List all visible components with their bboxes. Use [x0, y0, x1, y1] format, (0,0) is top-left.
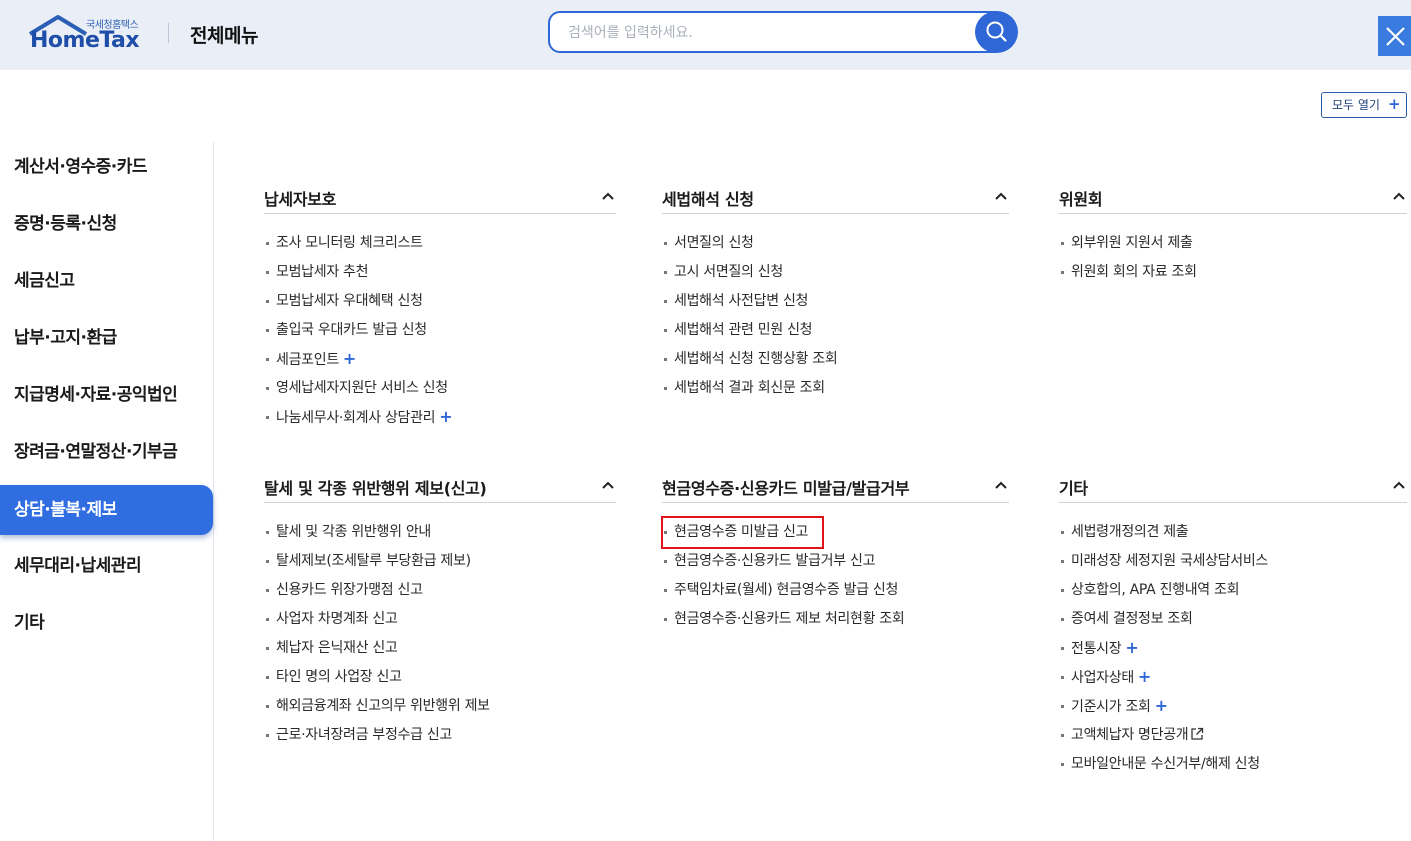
search-icon: [986, 21, 1007, 42]
list-item[interactable]: 모범납세자 추천: [264, 263, 616, 292]
menu-list: 세법령개정의견 제출 미래성장 세정지원 국세상담서비스 상호합의, APA 진…: [1059, 503, 1407, 784]
list-item[interactable]: 체납자 은닉재산 신고: [264, 639, 616, 668]
section-header: 탈세 및 각종 위반행위 제보(신고): [264, 445, 616, 503]
section-title: 탈세 및 각종 위반행위 제보(신고): [264, 479, 487, 498]
section-header: 납세자보호: [264, 156, 616, 214]
list-item[interactable]: 증여세 결정정보 조회: [1059, 610, 1407, 639]
sidebar-item-statement[interactable]: 지급명세·자료·공익법인: [0, 370, 213, 420]
chevron-up-icon[interactable]: [602, 481, 614, 489]
list-item[interactable]: 기준시가 조회 +: [1059, 697, 1407, 726]
list-item[interactable]: 세법해석 사전답변 신청: [662, 292, 1009, 321]
list-item[interactable]: 세법령개정의견 제출: [1059, 523, 1407, 552]
sidebar-item-certificate[interactable]: 증명·등록·신청: [0, 199, 213, 249]
list-item[interactable]: 신용카드 위장가맹점 신고: [264, 581, 616, 610]
list-item[interactable]: 출입국 우대카드 발급 신청: [264, 321, 616, 350]
list-item[interactable]: 미래성장 세정지원 국세상담서비스: [1059, 552, 1407, 581]
list-item[interactable]: 탈세 및 각종 위반행위 안내: [264, 523, 616, 552]
list-item[interactable]: 세금포인트 +: [264, 350, 616, 379]
sidebar-item-incentive[interactable]: 장려금·연말정산·기부금: [0, 427, 213, 477]
menu-list: 탈세 및 각종 위반행위 안내 탈세제보(조세탈루 부당환급 제보) 신용카드 …: [264, 503, 616, 755]
section-title: 위원회: [1059, 190, 1103, 209]
list-item[interactable]: 외부위원 지원서 제출: [1059, 234, 1407, 263]
section-taxpayer-protection: 납세자보호 조사 모니터링 체크리스트 모범납세자 추천 모범납세자 우대혜택 …: [264, 156, 616, 437]
list-item[interactable]: 모범납세자 우대혜택 신청: [264, 292, 616, 321]
list-item[interactable]: 모바일안내문 수신거부/해제 신청: [1059, 755, 1407, 784]
section-title: 세법해석 신청: [662, 190, 754, 209]
chevron-up-icon[interactable]: [1393, 192, 1405, 200]
list-item[interactable]: 타인 명의 사업장 신고: [264, 668, 616, 697]
top-header: 국세청홈택스 HomeTax 전체메뉴: [0, 0, 1411, 70]
menu-list: 조사 모니터링 체크리스트 모범납세자 추천 모범납세자 우대혜택 신청 출입국…: [264, 214, 616, 437]
section-title: 기타: [1059, 479, 1088, 498]
section-cash-receipt-report: 현금영수증·신용카드 미발급/발급거부 현금영수증 미발급 신고 현금영수증·신…: [662, 445, 1009, 639]
section-tax-interpretation: 세법해석 신청 서면질의 신청 고시 서면질의 신청 세법해석 사전답변 신청 …: [662, 156, 1009, 408]
sidebar-item-payment[interactable]: 납부·고지·환급: [0, 313, 213, 363]
list-item[interactable]: 영세납세자지원단 서비스 신청: [264, 379, 616, 408]
plus-icon[interactable]: +: [1138, 667, 1151, 686]
section-tax-evasion-report: 탈세 및 각종 위반행위 제보(신고) 탈세 및 각종 위반행위 안내 탈세제보…: [264, 445, 616, 755]
menu-list: 서면질의 신청 고시 서면질의 신청 세법해석 사전답변 신청 세법해석 관련 …: [662, 214, 1009, 408]
chevron-up-icon[interactable]: [602, 192, 614, 200]
section-committee: 위원회 외부위원 지원서 제출 위원회 회의 자료 조회: [1059, 156, 1407, 292]
plus-icon[interactable]: +: [439, 407, 452, 426]
chevron-up-icon[interactable]: [995, 192, 1007, 200]
list-item[interactable]: 세법해석 관련 민원 신청: [662, 321, 1009, 350]
plus-icon[interactable]: +: [1155, 696, 1168, 715]
section-etc: 기타 세법령개정의견 제출 미래성장 세정지원 국세상담서비스 상호합의, AP…: [1059, 445, 1407, 784]
sidebar-item-invoice[interactable]: 계산서·영수증·카드: [0, 142, 213, 192]
menu-list: 현금영수증 미발급 신고 현금영수증·신용카드 발급거부 신고 주택임차료(월세…: [662, 503, 1009, 639]
chevron-up-icon[interactable]: [995, 481, 1007, 489]
list-item[interactable]: 해외금융계좌 신고의무 위반행위 제보: [264, 697, 616, 726]
sidebar-item-etc[interactable]: 기타: [0, 598, 213, 648]
list-item[interactable]: 사업자상태 +: [1059, 668, 1407, 697]
plus-icon: +: [1388, 95, 1401, 113]
page-title: 전체메뉴: [190, 25, 258, 47]
list-item[interactable]: 고액체납자 명단공개: [1059, 726, 1407, 755]
section-title: 납세자보호: [264, 190, 337, 209]
close-icon: [1386, 27, 1405, 46]
list-item[interactable]: 사업자 차명계좌 신고: [264, 610, 616, 639]
section-header: 세법해석 신청: [662, 156, 1009, 214]
hometax-logo[interactable]: 국세청홈택스 HomeTax: [28, 14, 153, 54]
list-item[interactable]: 세법해석 신청 진행상황 조회: [662, 350, 1009, 379]
list-item[interactable]: 위원회 회의 자료 조회: [1059, 263, 1407, 292]
sidebar-item-consult[interactable]: 상담·불복·제보: [0, 485, 213, 535]
list-item[interactable]: 조사 모니터링 체크리스트: [264, 234, 616, 263]
plus-icon[interactable]: +: [343, 349, 356, 368]
search-input[interactable]: [568, 22, 968, 44]
search-button[interactable]: [975, 11, 1018, 53]
chevron-up-icon[interactable]: [1393, 481, 1405, 489]
list-item[interactable]: 주택임차료(월세) 현금영수증 발급 신청: [662, 581, 1009, 610]
logo-text: HomeTax: [30, 28, 140, 53]
section-header: 기타: [1059, 445, 1407, 503]
menu-list: 외부위원 지원서 제출 위원회 회의 자료 조회: [1059, 214, 1407, 292]
list-item[interactable]: 현금영수증·신용카드 발급거부 신고: [662, 552, 1009, 581]
list-item[interactable]: 서면질의 신청: [662, 234, 1009, 263]
list-item[interactable]: 고시 서면질의 신청: [662, 263, 1009, 292]
section-header: 현금영수증·신용카드 미발급/발급거부: [662, 445, 1009, 503]
list-item[interactable]: 상호합의, APA 진행내역 조회: [1059, 581, 1407, 610]
sidebar-item-tax-report[interactable]: 세금신고: [0, 256, 213, 306]
list-item[interactable]: 탈세제보(조세탈루 부당환급 제보): [264, 552, 616, 581]
list-item[interactable]: 세법해석 결과 회신문 조회: [662, 379, 1009, 408]
list-item[interactable]: 나눔세무사·회계사 상담관리 +: [264, 408, 616, 437]
list-item[interactable]: 현금영수증·신용카드 제보 처리현황 조회: [662, 610, 1009, 639]
external-link-icon: [1191, 727, 1204, 740]
close-button[interactable]: [1378, 16, 1411, 56]
search-box: [548, 11, 1008, 53]
plus-icon[interactable]: +: [1125, 638, 1138, 657]
open-all-label: 모두 열기: [1332, 98, 1380, 112]
category-sidebar: 계산서·영수증·카드 증명·등록·신청 세금신고 납부·고지·환급 지급명세·자…: [0, 142, 214, 841]
list-item-cash-receipt-unissued-report[interactable]: 현금영수증 미발급 신고: [662, 523, 1009, 552]
sidebar-item-agent[interactable]: 세무대리·납세관리: [0, 541, 213, 591]
header-divider: [168, 23, 169, 43]
list-item[interactable]: 전통시장 +: [1059, 639, 1407, 668]
list-item[interactable]: 근로·자녀장려금 부정수급 신고: [264, 726, 616, 755]
section-header: 위원회: [1059, 156, 1407, 214]
section-title: 현금영수증·신용카드 미발급/발급거부: [662, 479, 910, 498]
open-all-button[interactable]: 모두 열기 +: [1321, 92, 1407, 118]
